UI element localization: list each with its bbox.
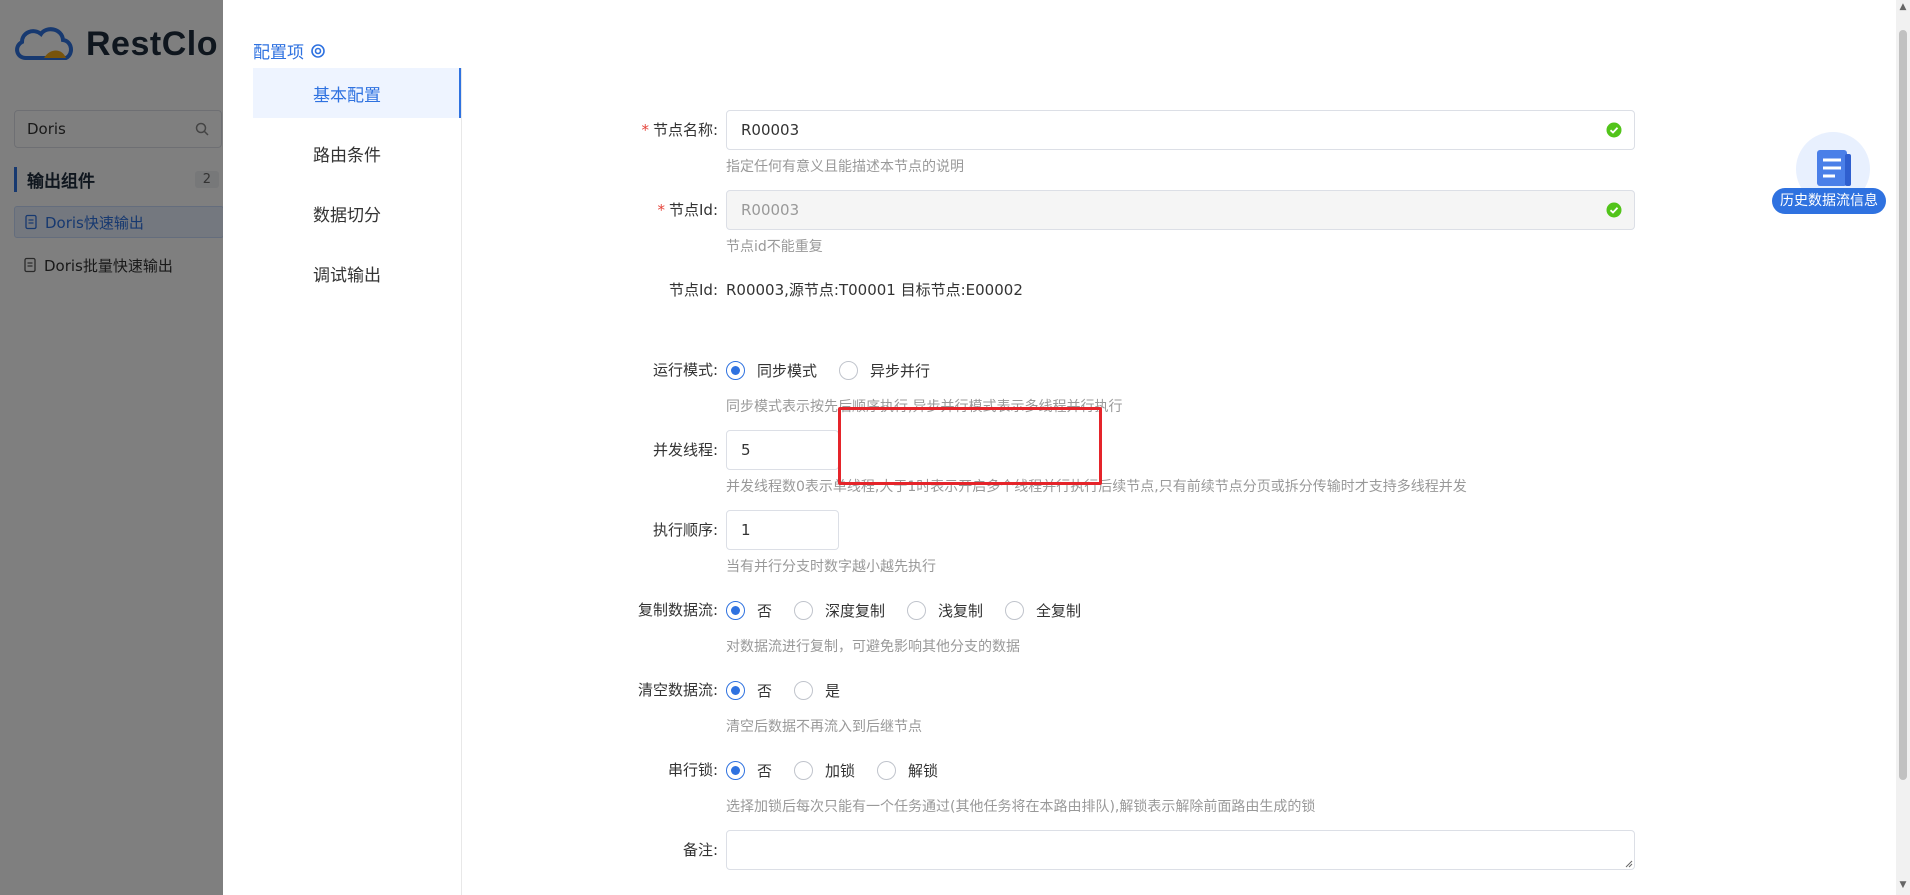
config-title: 配置项	[253, 38, 326, 63]
radio-label: 解锁	[908, 761, 939, 780]
radio-label: 全复制	[1036, 601, 1082, 620]
radio-dot[interactable]	[877, 760, 897, 780]
config-drawer: 配置项 基本配置 路由条件 数据切分 调试输出 * 节点名称: R00003 指定…	[223, 0, 1910, 895]
radio-copy-no[interactable]: 否	[726, 600, 772, 621]
clear-flow-radio-group: 否 是	[726, 670, 862, 710]
radio-copy-full[interactable]: 全复制	[1005, 600, 1081, 621]
run-mode-radio-group: 同步模式 异步并行	[726, 350, 952, 390]
radio-lock-add[interactable]: 加锁	[794, 760, 855, 781]
exec-order-help: 当有并行分支时数字越小越先执行	[726, 559, 936, 575]
node-id-value: R00003	[741, 201, 800, 219]
radio-label: 深度复制	[825, 601, 886, 620]
node-id-input: R00003	[726, 190, 1635, 230]
copy-flow-help: 对数据流进行复制，可避免影响其他分支的数据	[726, 639, 1020, 655]
check-circle-icon	[1606, 122, 1622, 138]
run-mode-label: 运行模式:	[652, 361, 718, 379]
node-name-input[interactable]: R00003	[726, 110, 1635, 150]
radio-label: 否	[757, 761, 773, 780]
node-name-label-text: 节点名称:	[652, 121, 718, 139]
exec-order-label: 执行顺序:	[652, 521, 718, 539]
node-id-info-label: 节点Id:	[669, 281, 718, 299]
tab-data-split[interactable]: 数据切分	[253, 188, 462, 238]
node-id-label-text: 节点Id:	[669, 201, 718, 219]
radio-dot[interactable]	[839, 360, 859, 380]
highlight-box	[838, 407, 1102, 485]
scroll-up-icon[interactable]: ▲	[1898, 2, 1908, 12]
radio-label: 异步并行	[870, 361, 931, 380]
radio-lock-no[interactable]: 否	[726, 760, 772, 781]
copy-flow-label: 复制数据流:	[637, 601, 718, 619]
settings-icon[interactable]	[310, 43, 326, 59]
serial-lock-help: 选择加锁后每次只能有一个任务通过(其他任务将在本路由排队),解锁表示解除前面路由…	[726, 799, 1316, 815]
radio-label: 否	[757, 681, 773, 700]
radio-clear-yes[interactable]: 是	[794, 680, 840, 701]
exec-order-input[interactable]: 1	[726, 510, 839, 550]
radio-label: 同步模式	[757, 361, 818, 380]
radio-dot[interactable]	[726, 680, 745, 700]
radio-async-parallel[interactable]: 异步并行	[839, 360, 930, 381]
copy-flow-radio-group: 否 深度复制 浅复制 全复制	[726, 590, 1103, 630]
tab-basic-config[interactable]: 基本配置	[253, 68, 462, 118]
clear-flow-label: 清空数据流:	[637, 681, 718, 699]
threads-value: 5	[741, 441, 751, 459]
radio-sync-mode[interactable]: 同步模式	[726, 360, 817, 381]
radio-dot[interactable]	[794, 600, 814, 620]
threads-label: 并发线程:	[652, 441, 718, 459]
remark-label: 备注:	[682, 841, 718, 859]
radio-label: 否	[757, 601, 773, 620]
threads-input[interactable]: 5	[726, 430, 839, 470]
node-name-label: * 节点名称:	[503, 110, 718, 150]
required-mark: *	[657, 201, 666, 219]
resize-handle-icon[interactable]	[1625, 860, 1633, 868]
required-mark: *	[641, 121, 649, 139]
tab-route-conditions[interactable]: 路由条件	[253, 128, 462, 178]
radio-dot[interactable]	[726, 360, 745, 380]
history-dataflow-button[interactable]: 历史数据流信息	[1772, 130, 1908, 216]
tab-debug-output[interactable]: 调试输出	[253, 248, 462, 298]
radio-dot[interactable]	[794, 680, 814, 700]
node-id-info-value: R00003,源节点:T00001 目标节点:E00002	[726, 281, 1023, 299]
config-title-text: 配置项	[253, 43, 304, 63]
radio-label: 是	[825, 681, 841, 700]
clear-flow-help: 清空后数据不再流入到后继节点	[726, 719, 922, 735]
node-id-help: 节点id不能重复	[726, 239, 823, 255]
history-list-icon	[1817, 150, 1851, 186]
radio-label: 加锁	[825, 761, 856, 780]
node-id-label: * 节点Id:	[503, 190, 719, 230]
radio-clear-no[interactable]: 否	[726, 680, 772, 701]
remark-textarea[interactable]	[726, 830, 1635, 870]
history-dataflow-label: 历史数据流信息	[1772, 188, 1886, 214]
radio-dot[interactable]	[1005, 600, 1025, 620]
exec-order-value: 1	[741, 521, 751, 539]
radio-lock-release[interactable]: 解锁	[877, 760, 938, 781]
node-name-value: R00003	[741, 121, 800, 139]
radio-dot[interactable]	[794, 760, 814, 780]
radio-dot[interactable]	[907, 600, 927, 620]
scroll-down-icon[interactable]: ▼	[1898, 880, 1908, 890]
serial-lock-radio-group: 否 加锁 解锁	[726, 750, 960, 790]
radio-copy-shallow[interactable]: 浅复制	[907, 600, 983, 621]
tabs-divider	[461, 68, 462, 895]
node-name-help: 指定任何有意义且能描述本节点的说明	[726, 159, 964, 175]
radio-dot[interactable]	[726, 600, 745, 620]
config-tabs: 基本配置 路由条件 数据切分 调试输出	[253, 68, 462, 308]
radio-dot[interactable]	[726, 760, 745, 780]
serial-lock-label: 串行锁:	[667, 761, 718, 779]
radio-label: 浅复制	[938, 601, 984, 620]
scroll-thumb[interactable]	[1899, 30, 1907, 780]
vertical-scrollbar[interactable]: ▲ ▼	[1896, 0, 1910, 895]
check-circle-icon	[1606, 202, 1622, 218]
radio-copy-deep[interactable]: 深度复制	[794, 600, 885, 621]
